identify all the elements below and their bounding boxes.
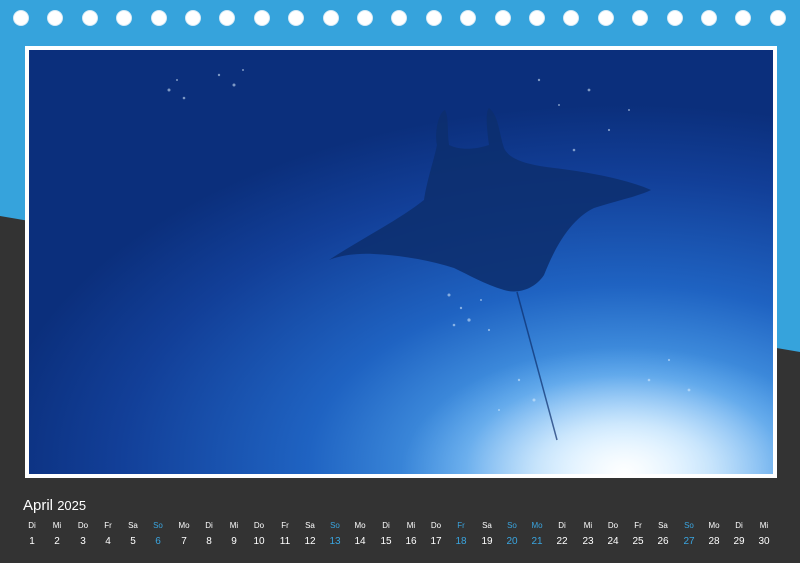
binding-hole	[770, 10, 786, 26]
day-number: 28	[708, 536, 720, 547]
weekday-label: Di	[28, 521, 36, 530]
day-number: 17	[430, 536, 442, 547]
binding-hole	[667, 10, 683, 26]
binding-hole	[323, 10, 339, 26]
month-title: April 2025	[23, 497, 86, 514]
weekday-label: Mo	[708, 521, 720, 530]
day-number: 13	[329, 536, 341, 547]
binding-hole	[563, 10, 579, 26]
binding-hole	[735, 10, 751, 26]
weekday-label: So	[330, 521, 340, 530]
day-number: 2	[54, 536, 60, 547]
day-number: 23	[582, 536, 594, 547]
day-number: 24	[607, 536, 619, 547]
binding-hole	[185, 10, 201, 26]
weekday-label: So	[684, 521, 694, 530]
day-number: 26	[657, 536, 669, 547]
weekday-label: Di	[558, 521, 566, 530]
binding-hole	[288, 10, 304, 26]
day-number: 14	[354, 536, 366, 547]
day-number: 8	[206, 536, 212, 547]
binding-hole	[151, 10, 167, 26]
weekday-label: Fr	[634, 521, 642, 530]
day-number: 16	[405, 536, 417, 547]
binding-hole	[632, 10, 648, 26]
binding-hole	[357, 10, 373, 26]
weekday-label: Sa	[658, 521, 668, 530]
binding-hole	[495, 10, 511, 26]
day-number: 5	[130, 536, 136, 547]
month-name: April	[23, 497, 54, 514]
day-number: 19	[481, 536, 493, 547]
year: 2025	[57, 498, 87, 513]
day-number: 10	[253, 536, 265, 547]
day-number: 4	[105, 536, 111, 547]
binding-hole	[460, 10, 476, 26]
day-number: 20	[506, 536, 518, 547]
weekday-label: Fr	[104, 521, 112, 530]
weekday-label: Fr	[457, 521, 465, 530]
weekday-label: Sa	[305, 521, 315, 530]
binding-hole	[529, 10, 545, 26]
day-number: 22	[556, 536, 568, 547]
day-number: 11	[279, 536, 291, 547]
weekday-label: Mo	[531, 521, 543, 530]
day-number: 6	[155, 536, 161, 547]
weekday-label: Do	[77, 521, 89, 530]
binding-hole	[598, 10, 614, 26]
weekday-label: Mi	[759, 521, 769, 530]
binding-hole	[426, 10, 442, 26]
manta-ray-photo	[29, 50, 773, 474]
binding-hole	[116, 10, 132, 26]
weekday-label: Di	[205, 521, 213, 530]
weekday-label: Mi	[52, 521, 62, 530]
day-number: 30	[758, 536, 770, 547]
weekday-label: Do	[607, 521, 619, 530]
weekday-label: Mi	[406, 521, 416, 530]
weekday-label: Sa	[128, 521, 138, 530]
weekday-label: Di	[382, 521, 390, 530]
day-number: 7	[181, 536, 187, 547]
weekday-label: Sa	[482, 521, 492, 530]
binding-hole	[701, 10, 717, 26]
weekday-label: Di	[735, 521, 743, 530]
day-number: 15	[380, 536, 392, 547]
binding-holes	[0, 0, 800, 36]
weekday-label: Do	[253, 521, 265, 530]
day-number: 3	[80, 536, 86, 547]
binding-hole	[47, 10, 63, 26]
binding-hole	[219, 10, 235, 26]
weekday-label: Mo	[178, 521, 190, 530]
binding-hole	[391, 10, 407, 26]
day-number: 12	[304, 536, 316, 547]
weekday-label: So	[507, 521, 517, 530]
weekday-label: Do	[430, 521, 442, 530]
binding-hole	[82, 10, 98, 26]
weekday-label: Mi	[583, 521, 593, 530]
day-number: 25	[632, 536, 644, 547]
weekday-label: Fr	[281, 521, 289, 530]
calendar-grid: Di 1 Mi 2 Do 3 Fr 4 Sa 5 So 6 Mo 7 Di 8 Mi 9 Do 10 Fr 11 Sa 12 S…	[0, 518, 800, 558]
binding-hole	[254, 10, 270, 26]
day-number: 29	[733, 536, 745, 547]
binding-hole	[13, 10, 29, 26]
day-number: 9	[231, 536, 237, 547]
weekday-label: Mi	[229, 521, 239, 530]
day-number: 18	[455, 536, 467, 547]
day-number: 21	[531, 536, 543, 547]
day-number: 27	[683, 536, 695, 547]
weekday-label: Mo	[354, 521, 366, 530]
weekday-label: So	[153, 521, 163, 530]
photo-frame	[25, 46, 777, 478]
day-number: 1	[29, 536, 35, 547]
